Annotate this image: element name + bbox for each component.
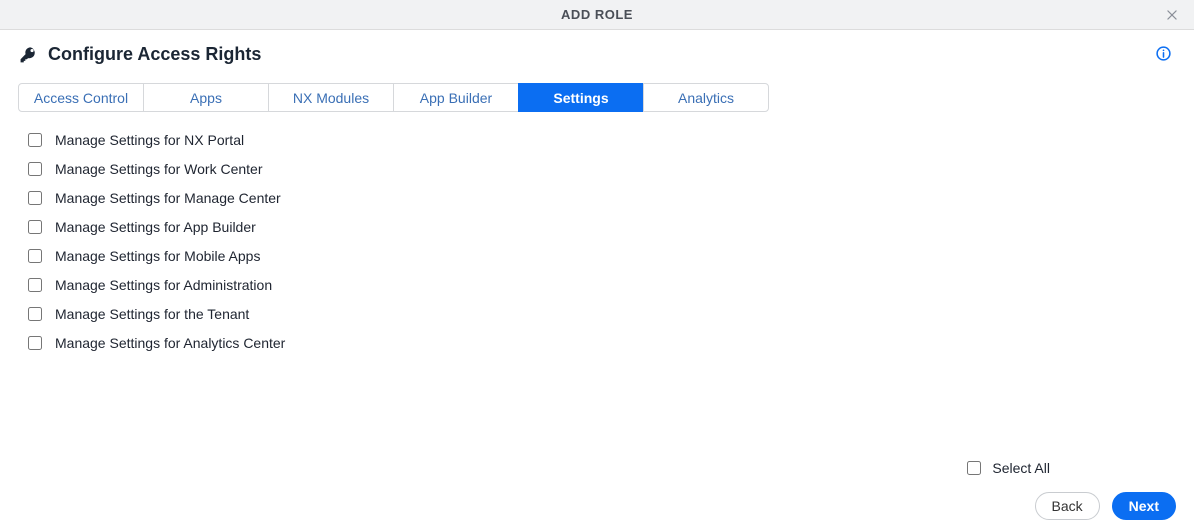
tab-label: Access Control bbox=[34, 90, 128, 106]
select-all: Select All bbox=[963, 458, 1050, 478]
permission-row: Manage Settings for Manage Center bbox=[18, 188, 1176, 208]
select-all-label[interactable]: Select All bbox=[992, 460, 1050, 476]
permission-label[interactable]: Manage Settings for Mobile Apps bbox=[55, 248, 260, 264]
button-label: Next bbox=[1129, 498, 1159, 514]
permission-checkbox[interactable] bbox=[28, 278, 42, 292]
tab-settings[interactable]: Settings bbox=[518, 83, 644, 112]
tab-nx-modules[interactable]: NX Modules bbox=[268, 83, 394, 112]
permission-label[interactable]: Manage Settings for NX Portal bbox=[55, 132, 244, 148]
tab-label: NX Modules bbox=[293, 90, 369, 106]
permission-row: Manage Settings for Mobile Apps bbox=[18, 246, 1176, 266]
permission-checkbox[interactable] bbox=[28, 133, 42, 147]
tab-analytics[interactable]: Analytics bbox=[643, 83, 769, 112]
permission-checkbox[interactable] bbox=[28, 249, 42, 263]
permission-label[interactable]: Manage Settings for Work Center bbox=[55, 161, 263, 177]
footer: Select All Back Next bbox=[963, 458, 1176, 520]
tab-label: Settings bbox=[553, 90, 608, 106]
tab-label: Apps bbox=[190, 90, 222, 106]
add-role-modal: ADD ROLE Configure Access Rights bbox=[0, 0, 1194, 528]
permission-label[interactable]: Manage Settings for the Tenant bbox=[55, 306, 249, 322]
permission-row: Manage Settings for Administration bbox=[18, 275, 1176, 295]
page-title: Configure Access Rights bbox=[48, 44, 261, 65]
key-icon bbox=[18, 45, 38, 65]
close-icon[interactable] bbox=[1160, 0, 1184, 30]
back-button[interactable]: Back bbox=[1035, 492, 1100, 520]
permission-row: Manage Settings for the Tenant bbox=[18, 304, 1176, 324]
permission-label[interactable]: Manage Settings for Analytics Center bbox=[55, 335, 285, 351]
info-icon[interactable] bbox=[1154, 44, 1172, 62]
section-header: Configure Access Rights bbox=[18, 44, 1176, 65]
tab-access-control[interactable]: Access Control bbox=[18, 83, 144, 112]
tabs: Access Control Apps NX Modules App Build… bbox=[18, 83, 774, 112]
tab-app-builder[interactable]: App Builder bbox=[393, 83, 519, 112]
permission-row: Manage Settings for App Builder bbox=[18, 217, 1176, 237]
permission-checkbox[interactable] bbox=[28, 336, 42, 350]
button-label: Back bbox=[1052, 498, 1083, 514]
permission-checkbox[interactable] bbox=[28, 220, 42, 234]
permission-checkbox[interactable] bbox=[28, 162, 42, 176]
modal-title: ADD ROLE bbox=[561, 7, 633, 22]
tab-apps[interactable]: Apps bbox=[143, 83, 269, 112]
tab-label: App Builder bbox=[420, 90, 492, 106]
permission-row: Manage Settings for Work Center bbox=[18, 159, 1176, 179]
permission-label[interactable]: Manage Settings for Manage Center bbox=[55, 190, 281, 206]
permissions-list: Manage Settings for NX Portal Manage Set… bbox=[18, 130, 1176, 353]
modal-content: Configure Access Rights Access Control A… bbox=[0, 30, 1194, 528]
next-button[interactable]: Next bbox=[1112, 492, 1176, 520]
permission-checkbox[interactable] bbox=[28, 191, 42, 205]
permission-row: Manage Settings for NX Portal bbox=[18, 130, 1176, 150]
permission-checkbox[interactable] bbox=[28, 307, 42, 321]
permission-label[interactable]: Manage Settings for Administration bbox=[55, 277, 272, 293]
tab-label: Analytics bbox=[678, 90, 734, 106]
select-all-checkbox[interactable] bbox=[967, 461, 981, 475]
permission-row: Manage Settings for Analytics Center bbox=[18, 333, 1176, 353]
footer-buttons: Back Next bbox=[1035, 492, 1176, 520]
permission-label[interactable]: Manage Settings for App Builder bbox=[55, 219, 256, 235]
modal-header: ADD ROLE bbox=[0, 0, 1194, 30]
